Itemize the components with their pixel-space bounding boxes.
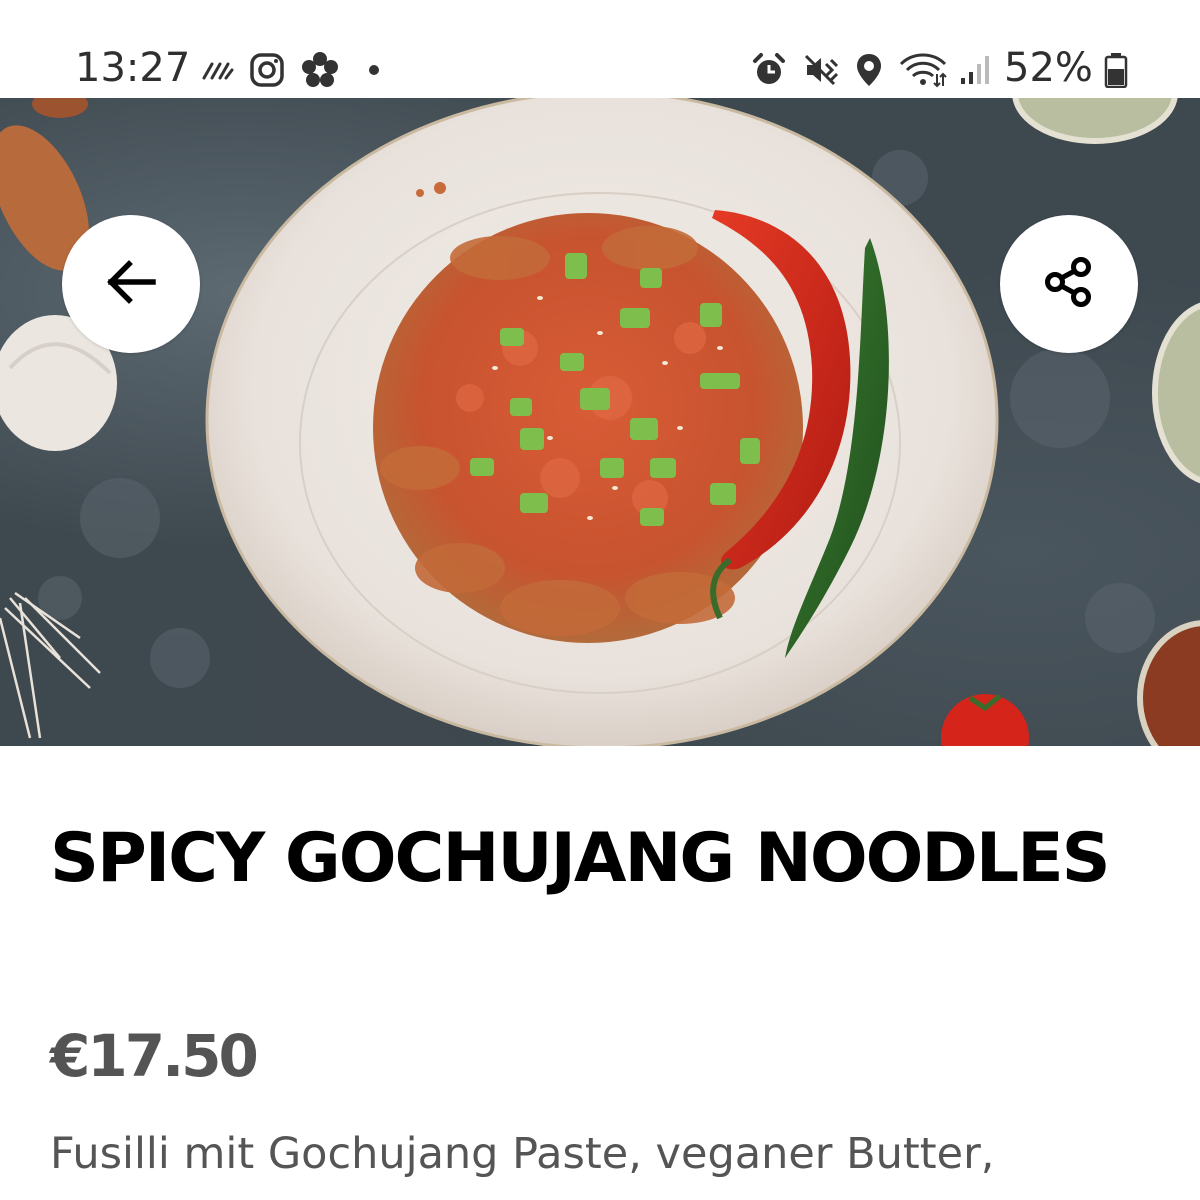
location-icon xyxy=(853,50,885,90)
alarm-icon xyxy=(750,50,788,90)
status-bar: 13:27 52% xyxy=(0,0,1200,98)
status-time: 13:27 xyxy=(75,45,191,91)
share-button[interactable] xyxy=(1000,215,1138,353)
flower-app-icon xyxy=(298,50,342,90)
share-icon xyxy=(1043,256,1095,313)
dish-photo xyxy=(0,98,1200,746)
back-button[interactable] xyxy=(62,215,200,353)
item-price: €17.50 xyxy=(50,1022,259,1090)
signal-icon xyxy=(957,50,993,90)
item-title: SPICY GOCHUJANG NOODLES xyxy=(50,819,1111,898)
instagram-icon xyxy=(247,50,287,90)
item-description: Fusilli mit Gochujang Paste, veganer But… xyxy=(50,1129,995,1179)
battery-percent: 52% xyxy=(1004,45,1093,91)
mute-vibrate-icon xyxy=(802,50,840,90)
battery-icon xyxy=(1102,50,1130,90)
news-feed-icon xyxy=(198,50,236,90)
arrow-left-icon xyxy=(105,259,157,309)
dish-illustration xyxy=(0,98,1200,746)
wifi-icon xyxy=(898,50,948,90)
notification-dot-icon xyxy=(364,50,384,90)
